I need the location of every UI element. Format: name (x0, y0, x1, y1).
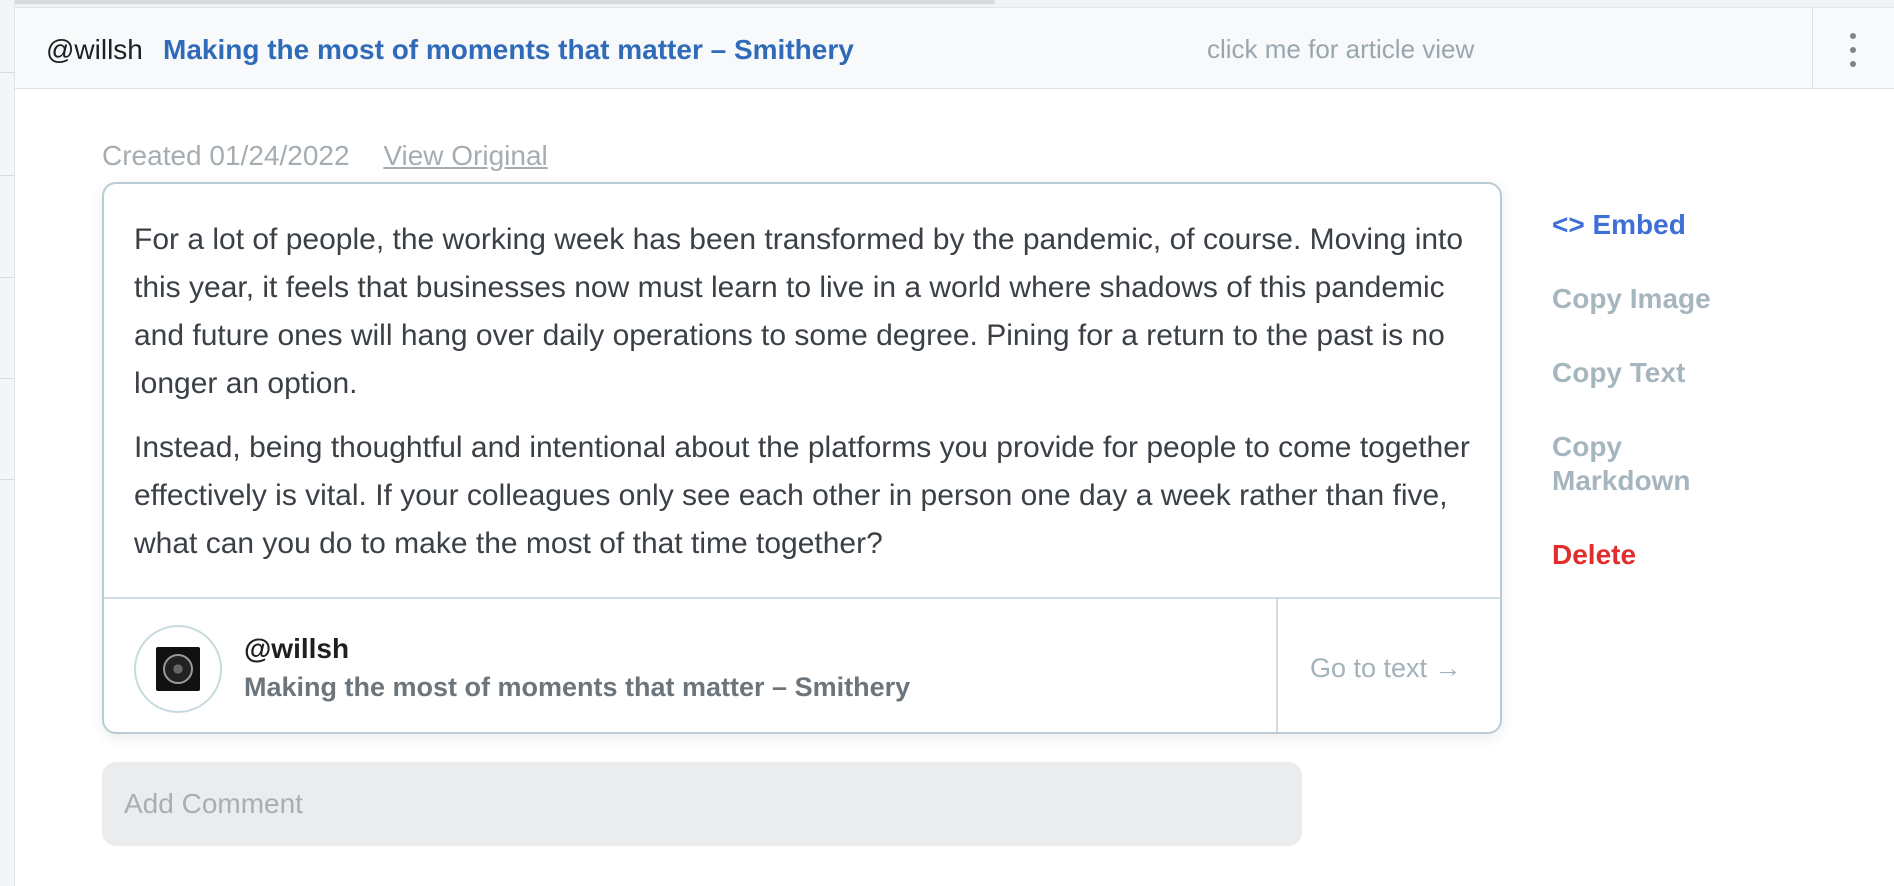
gutter-divider (0, 378, 15, 379)
header-divider (1812, 8, 1813, 89)
kebab-dot (1850, 61, 1856, 67)
kebab-dot (1850, 33, 1856, 39)
avatar (134, 625, 222, 713)
add-comment-input[interactable] (102, 762, 1302, 846)
go-to-text-link[interactable]: Go to text → (1310, 653, 1462, 684)
left-gutter (0, 0, 15, 886)
app-window: @willsh Making the most of moments that … (0, 0, 1894, 886)
header-handle[interactable]: @willsh (46, 34, 143, 66)
action-sidebar: <> Embed Copy Image Copy Text Copy Markd… (1552, 208, 1812, 612)
view-original-link[interactable]: View Original (383, 140, 547, 171)
highlight-paragraph: For a lot of people, the working week ha… (134, 223, 1464, 400)
article-view-link[interactable]: click me for article view (1207, 34, 1474, 65)
highlight-text: For a lot of people, the working week ha… (134, 216, 1479, 568)
gutter-divider (0, 72, 15, 73)
highlight-paragraph: Instead, being thoughtful and intentiona… (134, 431, 1470, 560)
scrollbar-thumb[interactable] (0, 0, 995, 4)
copy-markdown-button[interactable]: Copy Markdown (1552, 430, 1732, 498)
meta-row: Created 01/24/2022 View Original (102, 140, 548, 172)
header-bar: @willsh Making the most of moments that … (15, 8, 1894, 89)
embed-button[interactable]: <> Embed (1552, 208, 1812, 242)
header-article-title[interactable]: Making the most of moments that matter –… (163, 34, 854, 66)
footer-handle: @willsh (244, 633, 350, 664)
delete-button[interactable]: Delete (1552, 538, 1812, 572)
copy-image-button[interactable]: Copy Image (1552, 282, 1812, 316)
horizontal-scrollbar[interactable] (0, 0, 1894, 8)
kebab-vertical-icon[interactable] (1849, 33, 1857, 67)
kebab-dot (1850, 47, 1856, 53)
highlight-card: For a lot of people, the working week ha… (102, 182, 1502, 734)
gutter-divider (0, 277, 15, 278)
footer-divider (1276, 599, 1278, 732)
copy-text-button[interactable]: Copy Text (1552, 356, 1812, 390)
footer-article-title: Making the most of moments that matter –… (244, 672, 911, 702)
gutter-divider (0, 175, 15, 176)
avatar-logo-icon (163, 654, 193, 684)
card-footer: @willsh Making the most of moments that … (104, 597, 1500, 732)
gutter-divider (0, 479, 15, 480)
created-date: Created 01/24/2022 (102, 140, 350, 171)
avatar-image (156, 647, 200, 691)
